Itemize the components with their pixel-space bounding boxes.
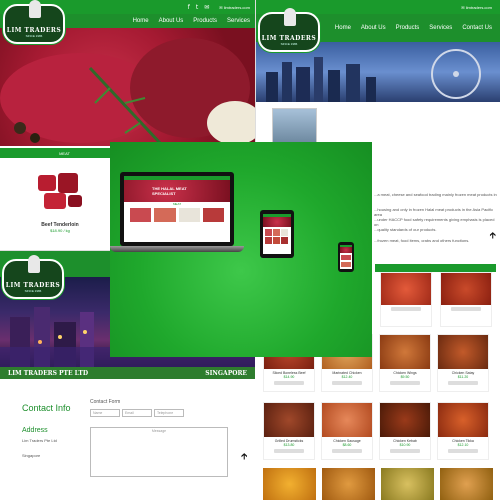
nav-services-right[interactable]: Services (429, 25, 452, 31)
contact-form: Contact Form Name Email Telephone Messag… (90, 399, 240, 489)
product-price: $11.20 (457, 374, 469, 379)
logo-name-bottom: LIM TRADERS (5, 282, 61, 289)
scroll-top-arrow-left[interactable]: 🡱 (241, 449, 247, 465)
product-card-row1-3[interactable]: Chicken Satay $11.20 (437, 334, 489, 392)
product-card[interactable] (440, 272, 492, 327)
nav-contact-right[interactable]: Contact Us (462, 25, 492, 31)
logo-figure-icon-right (284, 8, 296, 26)
address-region: Singapore (22, 453, 41, 458)
about-line-3: ...under HACCP food safety requirements … (374, 217, 495, 227)
tablet-device (260, 210, 294, 258)
logo-since-bottom: SINCE 1986 (24, 289, 42, 293)
tablet-screen (263, 214, 291, 254)
nav-products[interactable]: Products (193, 18, 217, 24)
product-card-row2-3[interactable]: Chicken Tikka $12.10 (437, 402, 489, 460)
brand-logo-right[interactable]: LIM TRADERS SINCE 1986 (258, 8, 320, 52)
laptop-section-label: MEAT (172, 202, 182, 206)
nav-services[interactable]: Services (227, 18, 250, 24)
form-phone-input[interactable]: Telephone (154, 409, 184, 417)
product-row-partial (263, 468, 493, 500)
facebook-icon[interactable]: f (188, 4, 190, 11)
add-to-cart-button[interactable] (274, 448, 304, 453)
address-label: Address (22, 427, 48, 434)
category-bar (375, 264, 496, 272)
add-to-cart-button[interactable] (332, 380, 362, 385)
about-line-2: ...housing and only in frozen Halal meat… (374, 207, 494, 217)
logo-figure-icon (29, 0, 41, 18)
about-line-5: ...frozen meat, food items, crabs and ot… (374, 238, 470, 243)
nav-about[interactable]: About Us (159, 18, 184, 24)
mail-icon[interactable]: ✉ (204, 4, 209, 11)
form-name-input[interactable]: Name (90, 409, 120, 417)
email-link-right[interactable]: ✉ limtraders.com (461, 5, 492, 10)
form-title: Contact Form (90, 399, 121, 405)
product-price: $14.90 (283, 374, 295, 379)
laptop-device: THE HALAL MEAT SPECIALIST MEAT (120, 172, 234, 246)
add-to-cart-button[interactable] (390, 380, 420, 385)
logo-name: LIM TRADERS (6, 27, 62, 34)
twitter-icon[interactable]: t (196, 4, 198, 11)
logo-since: SINCE 1986 (25, 34, 43, 38)
product-card-row2-1[interactable]: Chicken Sausage $8.60 (321, 402, 373, 460)
about-line-4: ...quality standards of our products. (374, 227, 437, 232)
add-to-cart-button[interactable] (448, 380, 478, 385)
about-line-1: ...a meat, cheese and seafood trading ma… (374, 192, 497, 197)
product-price: $8.60 (342, 442, 352, 447)
add-to-cart-button[interactable] (274, 380, 304, 385)
add-to-cart-button[interactable] (448, 448, 478, 453)
company-country: SINGAPORE (205, 369, 247, 377)
about-image (272, 108, 317, 143)
product-image-beef (38, 173, 82, 209)
email-link[interactable]: ✉ limtraders.com (219, 5, 250, 10)
logo-since-right: SINCE 1986 (280, 42, 298, 46)
laptop-base (110, 246, 244, 252)
company-name: LIM TRADERS PTE LTD (8, 369, 89, 377)
add-to-cart-button[interactable] (390, 448, 420, 453)
nav-about-right[interactable]: About Us (361, 25, 386, 31)
form-message-input[interactable]: Message (90, 427, 228, 477)
hero-illustration (0, 38, 258, 145)
product-card-row2-2[interactable]: Chicken Kebab $10.90 (379, 402, 431, 460)
logo-figure-icon-bottom (28, 255, 40, 273)
address-company: Lim Traders Pte Ltd (22, 438, 57, 443)
product-card[interactable] (380, 272, 432, 327)
product-price: $12.40 (341, 374, 353, 379)
brand-logo[interactable]: LIM TRADERS SINCE 1986 (3, 0, 65, 44)
product-price: $13.80 (283, 442, 295, 447)
nav-home[interactable]: Home (133, 18, 149, 24)
product-price: $12.10 (457, 442, 469, 447)
product-price: $10.90 (399, 442, 411, 447)
scroll-top-arrow-right[interactable]: 🡱 (490, 228, 496, 244)
nav-products-right[interactable]: Products (396, 25, 420, 31)
about-text: ...a meat, cheese and seafood trading ma… (374, 192, 499, 243)
phone-device (338, 242, 354, 272)
company-band: LIM TRADERS PTE LTD SINGAPORE (0, 367, 255, 379)
product-card-row2-0[interactable]: Grilled Drumsticks $13.80 (263, 402, 315, 460)
brand-logo-bottom[interactable]: LIM TRADERS SINCE 1986 (2, 255, 64, 299)
form-email-input[interactable]: Email (122, 409, 152, 417)
logo-name-right: LIM TRADERS (261, 35, 317, 42)
product-price: $9.50 (400, 374, 410, 379)
product-price: $18.90 / kg (50, 228, 70, 233)
add-to-cart-button[interactable] (332, 448, 362, 453)
responsive-devices-showcase: THE HALAL MEAT SPECIALIST MEAT (110, 142, 372, 357)
laptop-hero-text: THE HALAL MEAT SPECIALIST (152, 186, 187, 196)
product-card-beef[interactable]: Beef Tenderloin $18.90 / kg (30, 165, 90, 245)
contact-info-title: Contact Info (22, 403, 71, 413)
contact-info: Contact Info Address Lim Traders Pte Ltd… (22, 403, 84, 458)
hero-meat-image (0, 28, 258, 146)
phone-screen (340, 245, 352, 269)
nav-home-right[interactable]: Home (335, 25, 351, 31)
product-card-row1-2[interactable]: Chicken Wings $9.50 (379, 334, 431, 392)
laptop-screen: THE HALAL MEAT SPECIALIST MEAT (124, 176, 230, 242)
